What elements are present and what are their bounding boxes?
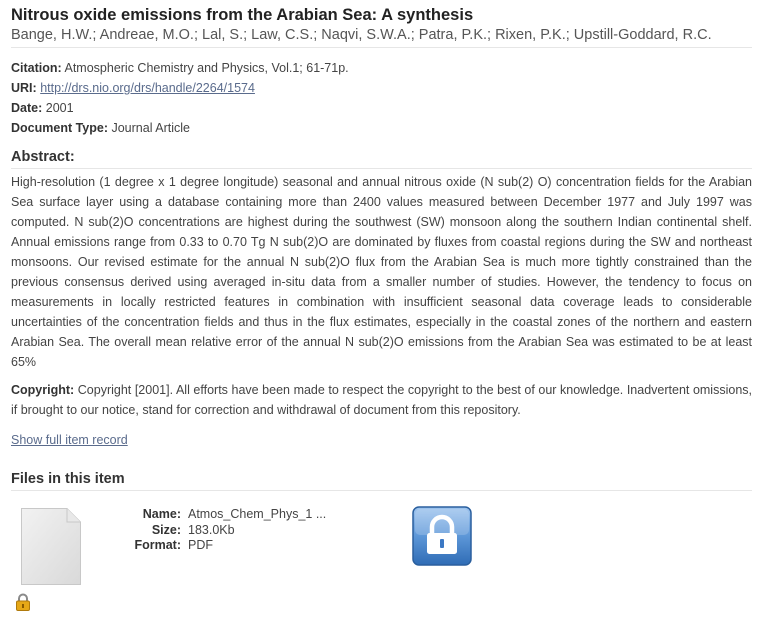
date-label: Date: xyxy=(11,101,43,115)
copyright-text: Copyright [2001]. All efforts have been … xyxy=(11,383,752,417)
file-size-label: Size: xyxy=(151,522,181,537)
file-size-row: Size: 183.0Kb xyxy=(107,523,326,539)
files-heading: Files in this item xyxy=(11,469,752,491)
citation-label: Citation: xyxy=(11,61,62,75)
file-format-row: Format: PDF xyxy=(107,538,326,554)
show-full-record-link[interactable]: Show full item record xyxy=(11,433,128,447)
file-item: Name: Atmos_Chem_Phys_1 ... Size: 183.0Kb … xyxy=(11,491,752,621)
metadata-list: Citation: Atmospheric Chemistry and Phys… xyxy=(11,58,752,138)
item-title: Nitrous oxide emissions from the Arabian… xyxy=(11,6,474,24)
file-name-row: Name: Atmos_Chem_Phys_1 ... xyxy=(107,507,326,523)
file-format-label: Format: xyxy=(134,538,181,552)
item-authors: Bange, H.W.; Andreae, M.O.; Lal, S.; Law… xyxy=(11,25,752,48)
copyright-label: Copyright: xyxy=(11,383,75,397)
file-size-value: 183.0Kb xyxy=(188,522,235,537)
doctype-value: Journal Article xyxy=(111,121,190,135)
file-format-value: PDF xyxy=(188,538,213,552)
doctype-row: Document Type: Journal Article xyxy=(11,118,752,138)
abstract-heading: Abstract: xyxy=(11,147,752,169)
citation-row: Citation: Atmospheric Chemistry and Phys… xyxy=(11,58,752,78)
item-view: Nitrous oxide emissions from the Arabian… xyxy=(11,5,752,621)
abstract-text: High-resolution (1 degree x 1 degree lon… xyxy=(11,175,752,369)
uri-label: URI: xyxy=(11,81,37,95)
date-value: 2001 xyxy=(45,101,74,115)
doctype-label: Document Type: xyxy=(11,121,108,135)
uri-link[interactable]: http://drs.nio.org/drs/handle/2264/1574 xyxy=(40,81,255,95)
full-record-row: Show full item record xyxy=(11,430,752,450)
file-details: Name: Atmos_Chem_Phys_1 ... Size: 183.0Kb … xyxy=(107,507,326,554)
citation-value: Atmospheric Chemistry and Physics, Vol.1… xyxy=(64,61,349,75)
date-row: Date: 2001 xyxy=(11,98,752,118)
document-thumbnail-icon[interactable] xyxy=(21,508,81,585)
uri-row: URI: http://drs.nio.org/drs/handle/2264/… xyxy=(11,78,752,98)
file-name-value: Atmos_Chem_Phys_1 ... xyxy=(188,507,327,521)
copyright-statement: Copyright: Copyright [2001]. All efforts… xyxy=(11,380,752,420)
restricted-access-lock-icon[interactable] xyxy=(412,506,472,566)
file-name-label: Name: xyxy=(142,507,181,521)
padlock-icon xyxy=(15,593,31,611)
